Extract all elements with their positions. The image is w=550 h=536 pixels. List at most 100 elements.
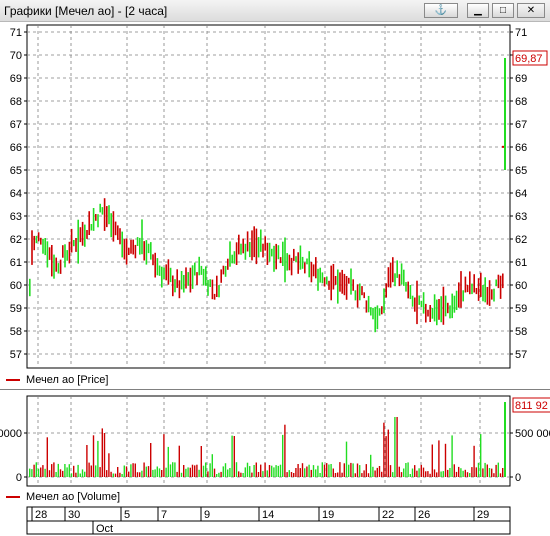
price-candle [108, 205, 110, 225]
price-candle [389, 262, 392, 288]
volume-bar [372, 466, 374, 477]
price-candle [304, 262, 306, 274]
price-candle [449, 305, 451, 319]
price-candle [249, 242, 251, 258]
chart-canvas[interactable]: 7171707069696868676766666565646463636262… [0, 0, 550, 536]
volume-bar [174, 462, 176, 477]
price-candle [33, 235, 35, 251]
volume-bar [301, 463, 304, 477]
volume-bar [255, 462, 257, 477]
price-candle [42, 238, 44, 254]
price-tick-label-left: 60 [10, 280, 22, 292]
price-candle [231, 254, 233, 264]
volume-bar [332, 468, 334, 477]
volume-bar [339, 462, 341, 477]
volume-bar [161, 470, 163, 477]
volume-bar [279, 464, 282, 477]
price-candle [482, 285, 484, 302]
volume-bar [152, 469, 154, 477]
panel-separator[interactable] [0, 389, 550, 390]
price-tick-label-right: 67 [515, 119, 527, 131]
price-candle [326, 276, 328, 285]
price-candle [220, 269, 222, 283]
price-candle [216, 275, 218, 297]
price-candle [403, 269, 405, 286]
price-candle [277, 245, 280, 260]
volume-bar [233, 436, 235, 477]
volume-bar [101, 428, 103, 477]
volume-bar [106, 470, 108, 477]
price-candle [90, 224, 93, 231]
price-candle [73, 240, 75, 247]
volume-bar [139, 472, 141, 477]
volume-bar [398, 466, 400, 477]
volume-bar-last [504, 402, 506, 477]
price-candle [198, 256, 200, 276]
volume-bar [431, 444, 433, 477]
price-candle [103, 198, 106, 231]
volume-bar [433, 469, 436, 477]
volume-bar [68, 464, 70, 477]
price-candle [209, 279, 211, 287]
price-candle [497, 274, 500, 289]
price-candle [163, 267, 165, 279]
volume-bar [77, 464, 79, 477]
legend-line-icon [6, 379, 20, 382]
volume-bar [493, 473, 495, 477]
volume-bar [367, 473, 370, 477]
volume-bar [374, 470, 376, 477]
price-candle [297, 252, 299, 274]
volume-bar [444, 443, 447, 477]
price-candle [284, 237, 286, 283]
price-candle [502, 273, 504, 289]
price-candle [106, 206, 108, 228]
volume-bar [334, 473, 337, 477]
price-candle [70, 228, 73, 253]
volume-bar [363, 470, 365, 477]
volume-bar [389, 465, 392, 477]
price-tick-label-left: 64 [10, 188, 22, 200]
price-candle [286, 253, 288, 271]
volume-bar [46, 437, 48, 477]
price-candle [233, 251, 236, 264]
volume-bar [414, 465, 416, 477]
price-candle [264, 236, 266, 251]
date-axis-day-label: 30 [68, 509, 80, 521]
price-candle [262, 243, 264, 258]
volume-bar [312, 465, 315, 477]
volume-bar [220, 471, 222, 477]
volume-bar [264, 462, 266, 477]
price-candle [345, 276, 348, 300]
price-candle [119, 228, 121, 245]
volume-bar [88, 462, 90, 477]
volume-bar [317, 465, 319, 477]
volume-bar [343, 463, 345, 477]
price-candle [66, 250, 68, 261]
price-candle [169, 267, 172, 283]
volume-bar [497, 462, 499, 477]
price-candle [372, 307, 374, 320]
price-tick-label-right: 64 [515, 188, 527, 200]
volume-bar [114, 473, 117, 477]
price-candle [341, 269, 343, 294]
volume-bar [92, 435, 95, 477]
volume-bar [403, 468, 405, 477]
volume-bar [394, 417, 396, 477]
price-candle [334, 276, 337, 285]
price-candle [238, 234, 240, 255]
price-candle [145, 240, 148, 265]
price-candle [240, 243, 242, 255]
price-tick-label-left: 59 [10, 303, 22, 315]
volume-bar [440, 471, 442, 477]
price-candle [88, 211, 90, 235]
date-axis-day-label: 14 [262, 509, 274, 521]
price-candle [218, 285, 220, 298]
volume-bar [97, 440, 99, 477]
price-candle [40, 237, 42, 245]
volume-bar [125, 466, 128, 477]
price-candle [352, 279, 354, 291]
price-candle [213, 293, 216, 300]
price-tick-label-right: 65 [515, 165, 527, 177]
volume-bar [337, 472, 339, 477]
volume-bar [183, 465, 185, 477]
